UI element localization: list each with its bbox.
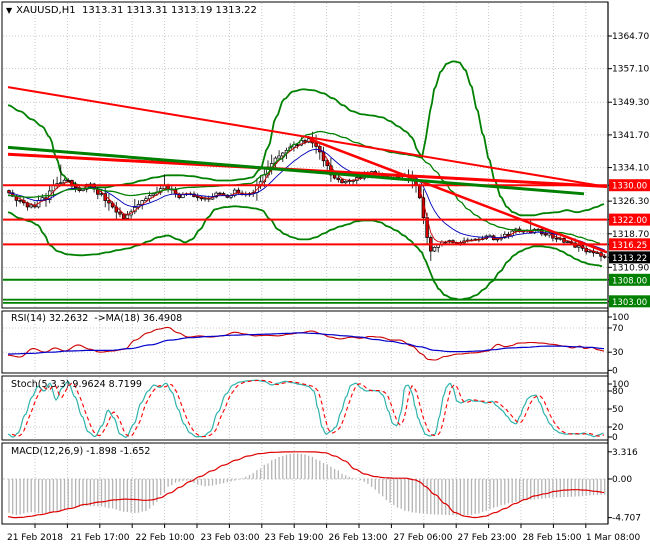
stoch-tick-label: 50: [612, 405, 624, 415]
chart-window: 1364.70 1357.10 1349.30 1341.70 1334.10 1326.…: [0, 0, 650, 550]
macd-tick-label: -4.707: [612, 514, 641, 524]
rsi-tick-label: 70: [612, 324, 624, 334]
time-tick-label: 27 Feb 23:00: [457, 533, 516, 543]
time-tick-label: 21 Feb 2018: [7, 533, 63, 543]
time-tick-label: 26 Feb 13:00: [328, 533, 387, 543]
macd-tick-label: 0.00: [612, 475, 632, 485]
time-tick-label: 1 Mar 08:00: [586, 533, 641, 543]
time-tick-label: 28 Feb 15:00: [522, 533, 581, 543]
level-price-label: 1322.00: [612, 216, 647, 226]
level-price-label: 1330.00: [612, 182, 647, 192]
price-tick-label: 1334.10: [612, 164, 649, 174]
rsi-tick-label: 30: [612, 348, 624, 358]
time-tick-label: 21 Feb 17:00: [70, 533, 129, 543]
stoch-tick-label: 0: [612, 433, 618, 443]
time-tick-label: 27 Feb 06:00: [393, 533, 452, 543]
price-tick-label: 1364.70: [612, 32, 649, 42]
price-tick-label: 1318.70: [612, 230, 649, 240]
time-tick-label: 22 Feb 10:00: [135, 533, 194, 543]
rsi-tick-label: 100: [612, 313, 629, 323]
stoch-tick-label: 20: [612, 423, 624, 433]
stoch-tick-label: 80: [612, 387, 624, 397]
grid-lines: [1, 1, 609, 525]
price-tick-label: 1349.30: [612, 98, 649, 108]
price-axis[interactable]: 1364.70 1357.10 1349.30 1341.70 1334.10 1326.…: [607, 2, 650, 524]
level-price-label: 1308.00: [612, 276, 647, 286]
price-tick-label: 1326.30: [612, 197, 649, 207]
rsi-tick-label: 0: [612, 366, 618, 376]
price-tick-label: 1341.70: [612, 131, 649, 141]
time-tick-label: 23 Feb 19:00: [264, 533, 323, 543]
level-price-label: 1303.00: [612, 298, 647, 308]
time-axis[interactable]: 21 Feb 2018 21 Feb 17:00 22 Feb 10:00 23 Fe…: [7, 524, 640, 543]
price-tick-label: 1310.90: [612, 263, 649, 273]
price-tick-label: 1357.10: [612, 65, 649, 75]
macd-tick-label: 3.316: [612, 448, 638, 458]
level-price-label: 1316.25: [612, 241, 647, 251]
level-price-label: 1313.22: [612, 254, 647, 264]
time-tick-label: 23 Feb 03:00: [200, 533, 259, 543]
chart-canvas[interactable]: 1364.70 1357.10 1349.30 1341.70 1334.10 1326.…: [0, 0, 650, 550]
